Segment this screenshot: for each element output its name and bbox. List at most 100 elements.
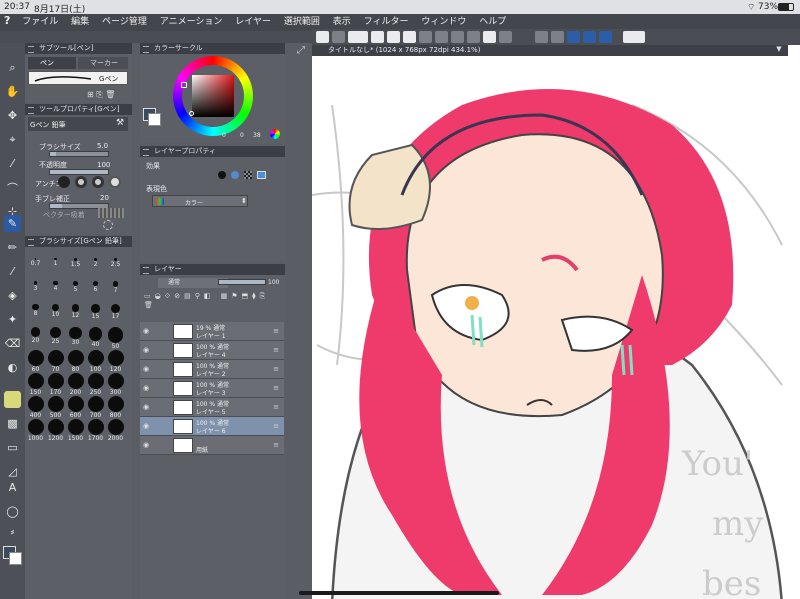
brush-size-option[interactable]: 2 xyxy=(87,258,104,276)
open-file-icon[interactable] xyxy=(387,31,400,43)
brush-size-option[interactable]: 800 xyxy=(107,396,124,419)
zoom-tool-icon[interactable]: ⌕ xyxy=(4,59,21,76)
loading-icon[interactable] xyxy=(451,31,464,43)
menu-animation[interactable]: アニメーション xyxy=(155,14,228,31)
brush-size-option[interactable]: 150 xyxy=(27,373,44,396)
brush-size-option[interactable]: 120 xyxy=(107,350,124,373)
tab-marker[interactable]: マーカー xyxy=(78,57,128,69)
effect-tone-icon[interactable] xyxy=(231,171,239,179)
visibility-eye-icon[interactable]: ◉ xyxy=(143,346,151,354)
redo-icon[interactable] xyxy=(435,31,448,43)
brush-size-option[interactable]: 500 xyxy=(47,396,64,419)
subtool-actions-icon[interactable]: ⊞ ⎘ 🗑 xyxy=(87,90,115,100)
snap-grid-icon[interactable] xyxy=(599,31,612,43)
gradient-tool-icon[interactable]: ▩ xyxy=(4,415,21,432)
ruler-tool-icon[interactable]: ◿ xyxy=(4,463,21,480)
layer-menu-icon[interactable]: ≡ xyxy=(273,327,279,335)
brush-size-option[interactable]: 60 xyxy=(27,350,44,373)
expression-select[interactable]: カラー ⬍ xyxy=(152,195,248,207)
visibility-eye-icon[interactable]: ◉ xyxy=(143,422,151,430)
eraser-tool-icon[interactable]: ⌫ xyxy=(4,335,21,352)
layer-row[interactable]: ◉ 19 % 通常 レイヤー 1 ≡ xyxy=(140,322,284,341)
brush-size-option[interactable]: 50 xyxy=(107,327,124,350)
saturation-value-square[interactable] xyxy=(192,75,234,117)
doc-menu-icon[interactable]: ▼ xyxy=(770,45,788,56)
brush-size-option[interactable]: 1.5 xyxy=(67,258,84,276)
fill-tool-icon[interactable] xyxy=(4,391,21,408)
snap-special-ruler-icon[interactable] xyxy=(583,31,596,43)
brush-size-option[interactable]: 1000 xyxy=(27,419,44,442)
menu-file[interactable]: ファイル xyxy=(17,14,63,31)
layer-row[interactable]: ◉ 用紙 ≡ xyxy=(140,436,284,455)
visibility-eye-icon[interactable]: ◉ xyxy=(143,384,151,392)
select-tool-icon[interactable]: ⌖ xyxy=(4,131,21,148)
brush-size-option[interactable]: 30 xyxy=(67,327,84,346)
brush-size-option[interactable]: 600 xyxy=(67,396,84,419)
sub-color-swatch[interactable] xyxy=(9,552,22,565)
vector-snap-toggle[interactable] xyxy=(98,208,124,218)
transform-icon[interactable] xyxy=(499,31,512,43)
brush-size-option[interactable]: 70 xyxy=(47,350,64,373)
layer-menu-icon[interactable]: ≡ xyxy=(273,365,279,373)
eyedropper-tool-icon[interactable]: ⁄ xyxy=(4,155,21,172)
menu-page[interactable]: ページ管理 xyxy=(97,14,152,31)
visibility-eye-icon[interactable]: ◉ xyxy=(143,403,151,411)
snap-icon[interactable] xyxy=(535,31,548,43)
brush-size-option[interactable]: 6 xyxy=(87,281,104,299)
pencil-tool-icon[interactable]: ✏ xyxy=(4,239,21,256)
color-mode-icon[interactable] xyxy=(270,129,280,139)
effect-layercolor-icon[interactable] xyxy=(257,171,266,179)
brush-size-option[interactable]: 20 xyxy=(27,327,44,345)
layer-row[interactable]: ◉ 100 % 通常 レイヤー 4 ≡ xyxy=(140,341,284,360)
brush-size-option[interactable]: 17 xyxy=(107,304,124,322)
lasso-tool-icon[interactable]: ⌒ xyxy=(4,179,21,196)
brush-size-option[interactable]: 1700 xyxy=(87,419,104,442)
ruler-icon[interactable] xyxy=(551,31,564,43)
snap-ruler-icon[interactable] xyxy=(567,31,580,43)
correct-line-tool-icon[interactable]: ⸗ xyxy=(4,523,21,540)
save-icon[interactable] xyxy=(403,31,416,43)
document-tab[interactable]: タイトルなし* (1024 x 768px 72dpi 434.1%) xyxy=(312,45,780,56)
brush-size-option[interactable]: 0.7 xyxy=(27,258,44,276)
new-file-icon[interactable] xyxy=(371,31,384,43)
undo-icon[interactable] xyxy=(419,31,432,43)
brush-size-option[interactable]: 2000 xyxy=(107,419,124,442)
sv-marker[interactable] xyxy=(189,111,194,116)
eye-icon[interactable] xyxy=(348,31,368,43)
balloon-tool-icon[interactable]: ◯ xyxy=(4,503,21,520)
fill-icon[interactable] xyxy=(483,31,496,43)
brush-size-option[interactable]: 400 xyxy=(27,396,44,419)
layer-menu-icon[interactable]: ≡ xyxy=(273,422,279,430)
layout-icon[interactable] xyxy=(332,31,345,43)
visibility-eye-icon[interactable]: ◉ xyxy=(143,365,151,373)
antialias-low-option[interactable] xyxy=(75,176,87,188)
pen-tool-icon[interactable]: ✎ xyxy=(4,215,21,232)
figure-tool-icon[interactable]: ▭ xyxy=(4,439,21,456)
brush-size-option[interactable]: 2.5 xyxy=(107,258,124,276)
brush-size-option[interactable]: 300 xyxy=(107,373,124,396)
subtool-item-gpen[interactable]: Gペン xyxy=(28,71,128,85)
expand-panel-icon[interactable]: ⤢ xyxy=(290,45,312,63)
antialias-none-option[interactable] xyxy=(58,176,70,188)
brush-size-option[interactable]: 1 xyxy=(47,258,64,276)
antialias-high-option[interactable] xyxy=(109,176,121,188)
airbrush-tool-icon[interactable]: ◈ xyxy=(4,287,21,304)
effect-pattern-icon[interactable] xyxy=(244,171,252,179)
brush-size-option[interactable]: 4 xyxy=(47,281,64,299)
brush-size-option[interactable]: 7 xyxy=(107,281,124,299)
clear-icon[interactable] xyxy=(467,31,480,43)
menu-edit[interactable]: 編集 xyxy=(66,14,94,31)
brush-size-option[interactable]: 8 xyxy=(27,304,44,322)
brush-tool-icon[interactable]: ⁄ xyxy=(4,263,21,280)
brush-size-option[interactable]: 40 xyxy=(87,327,104,348)
visibility-eye-icon[interactable]: ◉ xyxy=(143,327,151,335)
brush-size-option[interactable]: 1200 xyxy=(47,419,64,442)
layer-menu-icon[interactable]: ≡ xyxy=(273,441,279,449)
layer-row[interactable]: ◉ 100 % 通常 レイヤー 6 ≡ xyxy=(140,417,284,436)
layer-row[interactable]: ◉ 100 % 通常 レイヤー 5 ≡ xyxy=(140,398,284,417)
brush-size-slider[interactable] xyxy=(49,151,109,157)
antialias-mid-option[interactable] xyxy=(92,176,104,188)
hand-tool-icon[interactable]: ✋ xyxy=(4,83,21,100)
layer-icon-toolbar[interactable]: ▭◒⟐⊘▤⚲◧ ▦⚑⬒⧫⎘🗑 xyxy=(144,292,282,309)
visibility-eye-icon[interactable]: ◉ xyxy=(143,441,151,449)
